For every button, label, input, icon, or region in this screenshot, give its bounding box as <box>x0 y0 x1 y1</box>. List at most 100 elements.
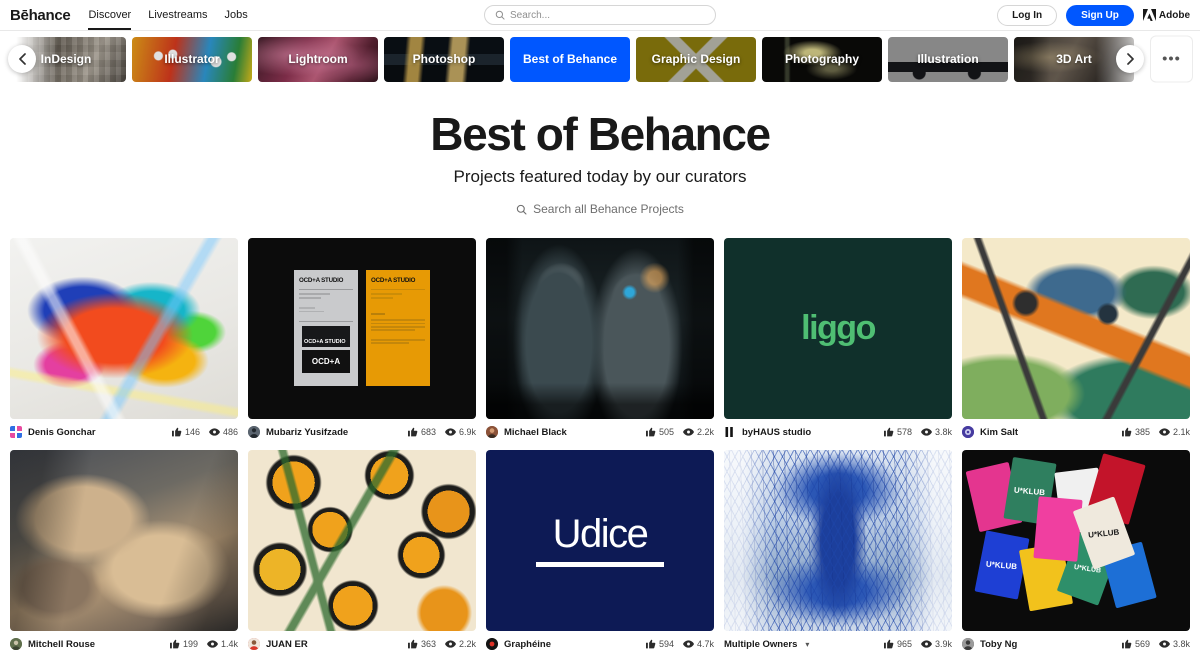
hero-search-link[interactable]: Search all Behance Projects <box>516 202 684 216</box>
like-count: 578 <box>896 427 912 438</box>
project-owner[interactable]: Graphéine <box>504 639 551 650</box>
view-stat: 2.2k <box>444 639 476 650</box>
thumbnail-logo-text: liggo <box>801 309 876 348</box>
like-stat: 569 <box>1121 639 1150 649</box>
carousel-next-button[interactable] <box>1116 45 1144 73</box>
nav-link-discover[interactable]: Discover <box>88 0 131 30</box>
project-owner[interactable]: Kim Salt <box>980 427 1018 438</box>
behance-logo[interactable]: Bēhance <box>10 7 71 24</box>
project-owner[interactable]: Michael Black <box>504 427 567 438</box>
chevron-down-icon[interactable]: ▾ <box>805 640 809 649</box>
project-card[interactable]: Mitchell Rouse 199 1.4k <box>10 449 238 654</box>
sign-up-button[interactable]: Sign Up <box>1066 4 1134 26</box>
project-thumbnail[interactable]: liggo <box>724 237 952 419</box>
project-card[interactable]: Udice Graphéine 594 4.7k <box>486 449 714 654</box>
project-thumbnail[interactable] <box>486 237 714 419</box>
project-thumbnail[interactable]: OCD+A STUDIO OCD+A STUDIO OCD+A OCD+A ST… <box>248 237 476 419</box>
avatar[interactable] <box>10 426 22 439</box>
like-count: 965 <box>896 639 912 650</box>
avatar[interactable] <box>962 638 974 651</box>
project-meta: Mitchell Rouse 199 1.4k <box>10 635 238 654</box>
avatar-image <box>248 426 260 439</box>
project-card[interactable]: U*KLUB U*KLUB U*KLUB U*KLUB Toby Ng 569 … <box>962 449 1190 654</box>
project-owner[interactable]: Multiple Owners <box>724 639 797 650</box>
project-stats: 965 3.9k <box>883 639 952 650</box>
like-count: 385 <box>1134 427 1150 438</box>
category-tile-photoshop[interactable]: Photoshop <box>384 36 504 82</box>
carousel-prev-button[interactable] <box>8 45 36 73</box>
project-card[interactable]: OCD+A STUDIO OCD+A STUDIO OCD+A OCD+A ST… <box>248 237 476 442</box>
project-meta: Toby Ng 569 3.8k <box>962 635 1190 654</box>
project-thumbnail[interactable] <box>10 237 238 419</box>
chevron-left-icon <box>18 53 26 65</box>
thumbs-up-icon <box>883 428 894 437</box>
project-card[interactable]: Denis Gonchar 146 486 <box>10 237 238 442</box>
thumbs-up-icon <box>171 428 182 437</box>
view-count: 3.9k <box>934 639 952 650</box>
category-tile-lightroom[interactable]: Lightroom <box>258 36 378 82</box>
thumbnail-text: U*KLUB <box>1088 526 1120 539</box>
project-card[interactable]: Kim Salt 385 2.1k <box>962 237 1190 442</box>
project-card[interactable]: liggo byHAUS studio 578 3.8k <box>724 237 952 442</box>
thumbnail-text: OCD+A STUDIO <box>304 339 346 346</box>
avatar-image <box>962 426 974 439</box>
thumbs-up-icon <box>883 640 894 649</box>
project-thumbnail[interactable] <box>724 449 952 631</box>
adobe-logo-icon <box>1142 9 1156 21</box>
project-stats: 569 3.8k <box>1121 639 1190 649</box>
project-stats: 363 2.2k <box>407 639 476 650</box>
project-owner[interactable]: Denis Gonchar <box>28 427 96 438</box>
view-count: 2.2k <box>458 639 476 650</box>
project-thumbnail[interactable]: Udice <box>486 449 714 631</box>
project-card[interactable]: Multiple Owners ▾ 965 3.9k <box>724 449 952 654</box>
project-thumbnail[interactable] <box>10 449 238 631</box>
project-owner[interactable]: Mubariz Yusifzade <box>266 427 348 438</box>
category-tile-best-of-behance[interactable]: Best of Behance <box>510 36 630 82</box>
category-tile-graphic-design[interactable]: Graphic Design <box>636 36 756 82</box>
thumbs-up-icon <box>1121 640 1132 649</box>
like-count: 594 <box>658 639 674 650</box>
primary-nav: Discover Livestreams Jobs <box>88 0 248 30</box>
thumbs-up-icon <box>169 640 180 649</box>
project-owner[interactable]: Toby Ng <box>980 639 1017 650</box>
view-stat: 2.1k <box>1158 427 1190 437</box>
avatar[interactable] <box>486 426 498 439</box>
project-thumbnail[interactable] <box>248 449 476 631</box>
category-label: Illustrator <box>164 52 220 66</box>
view-stat: 2.2k <box>682 427 714 438</box>
nav-link-jobs[interactable]: Jobs <box>225 0 248 30</box>
project-owner[interactable]: JUAN ER <box>266 639 308 650</box>
adobe-label: Adobe <box>1158 9 1190 21</box>
nav-link-livestreams[interactable]: Livestreams <box>148 0 207 30</box>
log-in-button[interactable]: Log In <box>997 4 1058 26</box>
adobe-branding[interactable]: Adobe <box>1142 9 1190 21</box>
carousel-more-button[interactable]: ••• <box>1151 36 1192 82</box>
avatar-image <box>486 426 498 439</box>
project-thumbnail[interactable]: U*KLUB U*KLUB U*KLUB U*KLUB <box>962 449 1190 631</box>
category-tile-illustrator[interactable]: Illustrator <box>132 36 252 82</box>
project-owner[interactable]: Mitchell Rouse <box>28 639 95 650</box>
project-owner[interactable]: byHAUS studio <box>742 427 811 438</box>
avatar[interactable] <box>248 426 260 439</box>
project-card[interactable]: JUAN ER 363 2.2k <box>248 449 476 654</box>
project-meta: Mubariz Yusifzade 683 6.9k <box>248 423 476 442</box>
avatar[interactable] <box>248 638 260 651</box>
category-tile-illustration[interactable]: Illustration <box>888 36 1008 82</box>
project-meta: byHAUS studio 578 3.8k <box>724 423 952 442</box>
eye-icon <box>206 640 218 648</box>
avatar[interactable] <box>486 638 498 651</box>
view-count: 2.2k <box>696 427 714 438</box>
avatar[interactable] <box>724 426 736 439</box>
eye-icon <box>682 640 694 648</box>
avatar[interactable] <box>10 638 22 651</box>
view-stat: 3.9k <box>920 639 952 650</box>
project-thumbnail[interactable] <box>962 237 1190 419</box>
category-label: Graphic Design <box>651 52 741 66</box>
avatar[interactable] <box>962 426 974 439</box>
thumbs-up-icon <box>645 640 656 649</box>
like-count: 505 <box>658 427 674 438</box>
project-card[interactable]: Michael Black 505 2.2k <box>486 237 714 442</box>
category-tile-photography[interactable]: Photography <box>762 36 882 82</box>
like-count: 363 <box>420 639 436 650</box>
search-input[interactable]: Search... <box>484 5 716 25</box>
